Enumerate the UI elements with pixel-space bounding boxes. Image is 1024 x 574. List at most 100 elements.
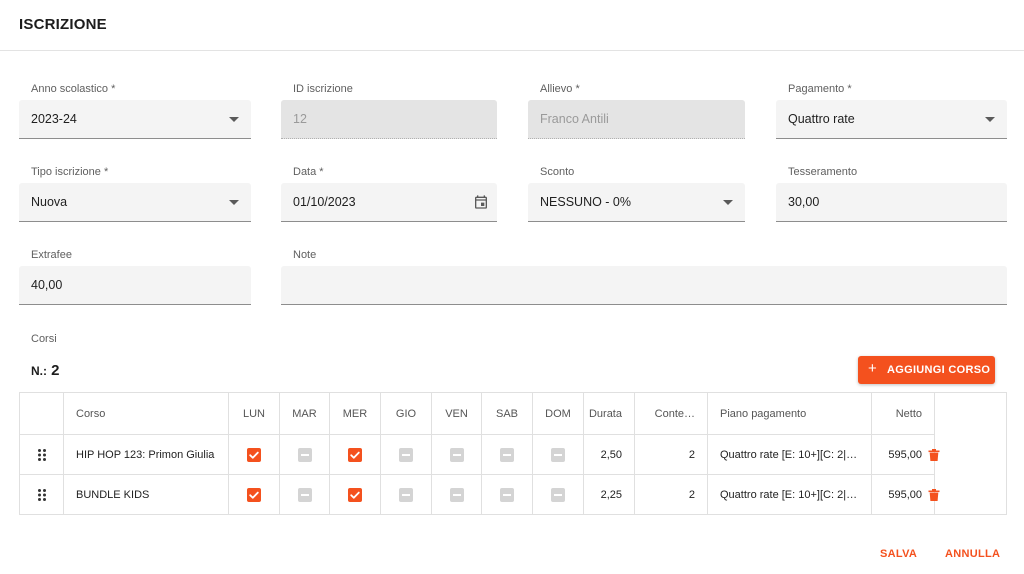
conte-value: 2 bbox=[688, 489, 695, 501]
dialog-header: ISCRIZIONE bbox=[0, 0, 1024, 51]
note-field[interactable]: Note bbox=[281, 249, 1007, 305]
note-label: Note bbox=[293, 249, 317, 261]
header-cell-ven: VEN bbox=[432, 393, 482, 435]
checkbox-disabled-dom bbox=[551, 488, 565, 502]
conte-value: 2 bbox=[688, 448, 695, 461]
id-iscrizione-input: 12 bbox=[281, 100, 497, 139]
actions-cell[interactable] bbox=[928, 435, 940, 475]
tesseramento-label: Tesseramento bbox=[788, 166, 858, 178]
drag-handle-icon[interactable] bbox=[37, 448, 46, 461]
header-cell-corso: Corso bbox=[64, 393, 229, 435]
pagamento-field[interactable]: Pagamento * Quattro rate bbox=[776, 83, 1007, 139]
corso-name: BUNDLE KIDS bbox=[76, 489, 150, 501]
data-label: Data * bbox=[293, 166, 324, 178]
header-cell-actions bbox=[934, 393, 935, 435]
cancel-button[interactable]: ANNULLA bbox=[945, 548, 1000, 560]
extrafee-input[interactable]: 40,00 bbox=[19, 266, 251, 305]
sconto-select[interactable]: NESSUNO - 0% bbox=[528, 183, 745, 222]
caret-down-icon[interactable] bbox=[229, 200, 239, 205]
netto-value: 595,00 bbox=[888, 448, 922, 461]
corso-name: HIP HOP 123: Primon Giulia bbox=[76, 448, 215, 461]
checkbox-checked-mer[interactable] bbox=[348, 488, 362, 502]
tipo-iscrizione-label: Tipo iscrizione * bbox=[31, 166, 109, 178]
drag-handle-icon[interactable] bbox=[37, 489, 46, 502]
note-input[interactable] bbox=[281, 266, 1007, 305]
corsi-count-prefix: N.: bbox=[31, 364, 47, 378]
header-cell-netto: Netto bbox=[872, 393, 934, 435]
plus-icon: + bbox=[868, 360, 878, 377]
extrafee-field[interactable]: Extrafee 40,00 bbox=[19, 249, 251, 305]
day-cell-lun[interactable] bbox=[229, 435, 280, 475]
tipo-iscrizione-select[interactable]: Nuova bbox=[19, 183, 251, 222]
id-iscrizione-label: ID iscrizione bbox=[293, 83, 353, 95]
allievo-input: Franco Antili bbox=[528, 100, 745, 139]
sconto-label: Sconto bbox=[540, 166, 575, 178]
caret-down-icon[interactable] bbox=[723, 200, 733, 205]
tipo-iscrizione-value: Nuova bbox=[31, 195, 68, 209]
corsi-table: Corso LUN MAR MER GIO VEN SAB DOM Durata Conte… Pi… bbox=[19, 392, 1007, 515]
trash-icon[interactable] bbox=[928, 448, 940, 461]
extrafee-value: 40,00 bbox=[31, 278, 63, 292]
save-button[interactable]: SALVA bbox=[880, 548, 917, 560]
corso-cell: BUNDLE KIDS bbox=[64, 475, 229, 515]
id-iscrizione-value: 12 bbox=[293, 112, 307, 126]
tesseramento-field[interactable]: Tesseramento 30,00 bbox=[776, 166, 1007, 222]
calendar-icon[interactable] bbox=[473, 194, 489, 210]
tipo-iscrizione-field[interactable]: Tipo iscrizione * Nuova bbox=[19, 166, 251, 222]
header-cell-piano-pagamento: Piano pagamento bbox=[708, 393, 872, 435]
allievo-field: Allievo * Franco Antili bbox=[528, 83, 745, 139]
column-header-gio: GIO bbox=[395, 407, 417, 420]
day-cell-ven bbox=[432, 475, 482, 515]
caret-down-icon[interactable] bbox=[985, 117, 995, 122]
add-corso-button[interactable]: + AGGIUNGI CORSO bbox=[858, 356, 995, 384]
table-row-drag-cell[interactable] bbox=[20, 435, 64, 475]
day-cell-sab bbox=[482, 435, 533, 475]
day-cell-sab bbox=[482, 475, 533, 515]
sconto-field[interactable]: Sconto NESSUNO - 0% bbox=[528, 166, 745, 222]
conte-cell: 2 bbox=[635, 475, 708, 515]
allievo-label: Allievo * bbox=[540, 83, 580, 95]
checkbox-disabled-ven bbox=[449, 488, 464, 502]
actions-cell[interactable] bbox=[928, 475, 940, 515]
netto-value: 595,00 bbox=[888, 489, 922, 501]
day-cell-ven bbox=[432, 435, 482, 475]
column-header-conte: Conte… bbox=[654, 407, 695, 420]
check-icon bbox=[249, 451, 259, 459]
checkbox-disabled-gio bbox=[399, 447, 413, 462]
checkbox-disabled-sab bbox=[500, 488, 514, 502]
checkbox-checked-mer[interactable] bbox=[348, 447, 362, 462]
header-cell-gio: GIO bbox=[381, 393, 432, 435]
pagamento-select[interactable]: Quattro rate bbox=[776, 100, 1007, 139]
checkbox-checked-lun[interactable] bbox=[247, 447, 261, 462]
piano-cell: Quattro rate [E: 10+][C: 2|C:… bbox=[708, 475, 872, 515]
header-cell-mer: MER bbox=[330, 393, 381, 435]
anno-scolastico-field[interactable]: Anno scolastico * 2023-24 bbox=[19, 83, 251, 139]
durata-cell: 2,50 bbox=[584, 435, 635, 475]
checkbox-checked-lun[interactable] bbox=[247, 488, 261, 502]
checkbox-disabled-gio bbox=[399, 488, 413, 502]
header-cell-mar: MAR bbox=[280, 393, 330, 435]
day-cell-lun[interactable] bbox=[229, 475, 280, 515]
column-header-ven: VEN bbox=[445, 407, 468, 420]
corsi-label: Corsi bbox=[31, 333, 57, 345]
tesseramento-input[interactable]: 30,00 bbox=[776, 183, 1007, 222]
data-field[interactable]: Data * 01/10/2023 bbox=[281, 166, 497, 222]
netto-cell: 595,00 bbox=[872, 475, 934, 515]
check-icon bbox=[249, 491, 259, 499]
day-cell-dom bbox=[533, 435, 584, 475]
check-icon bbox=[350, 491, 360, 499]
column-header-corso: Corso bbox=[76, 407, 106, 420]
netto-cell: 595,00 bbox=[872, 435, 934, 475]
day-cell-mer[interactable] bbox=[330, 435, 381, 475]
anno-scolastico-select[interactable]: 2023-24 bbox=[19, 100, 251, 139]
trash-icon[interactable] bbox=[928, 489, 940, 501]
header-cell-durata: Durata bbox=[584, 393, 635, 435]
header-cell-handle bbox=[20, 393, 64, 435]
table-row-drag-cell[interactable] bbox=[20, 475, 64, 515]
day-cell-mer[interactable] bbox=[330, 475, 381, 515]
day-cell-mar bbox=[280, 435, 330, 475]
corso-cell: HIP HOP 123: Primon Giulia bbox=[64, 435, 229, 475]
piano-cell: Quattro rate [E: 10+][C: 2|C:… bbox=[708, 435, 872, 475]
caret-down-icon[interactable] bbox=[229, 117, 239, 122]
data-input[interactable]: 01/10/2023 bbox=[281, 183, 497, 222]
